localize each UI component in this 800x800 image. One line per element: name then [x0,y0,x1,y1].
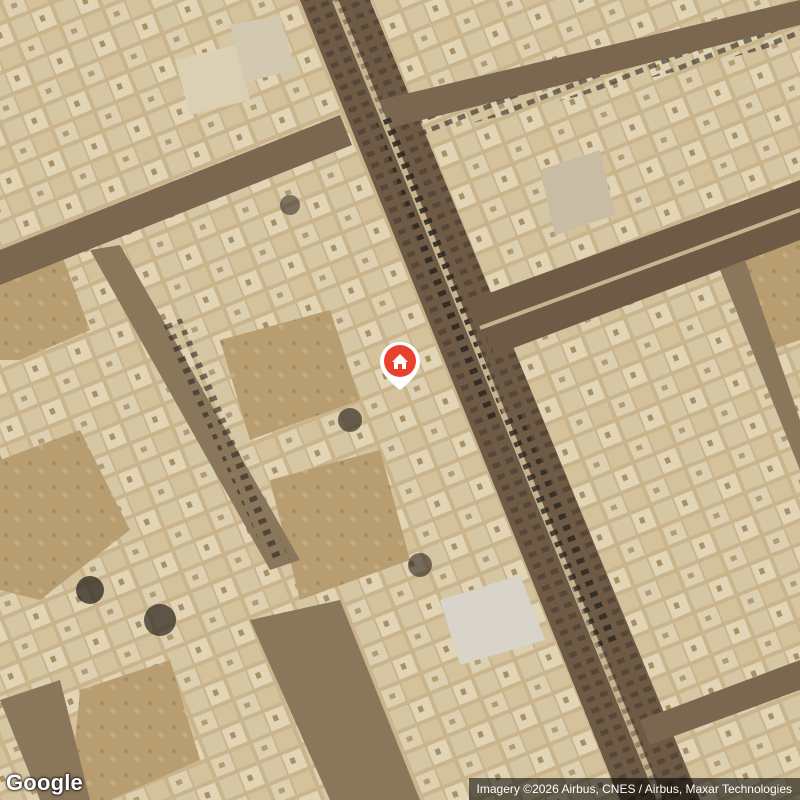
imagery-attribution: Imagery ©2026 Airbus, CNES / Airbus, Max… [468,778,800,800]
satellite-imagery [0,0,800,800]
map-view[interactable]: Google Imagery ©2026 Airbus, CNES / Airb… [0,0,800,800]
google-logo: Google [6,770,83,795]
location-marker[interactable] [378,340,422,392]
